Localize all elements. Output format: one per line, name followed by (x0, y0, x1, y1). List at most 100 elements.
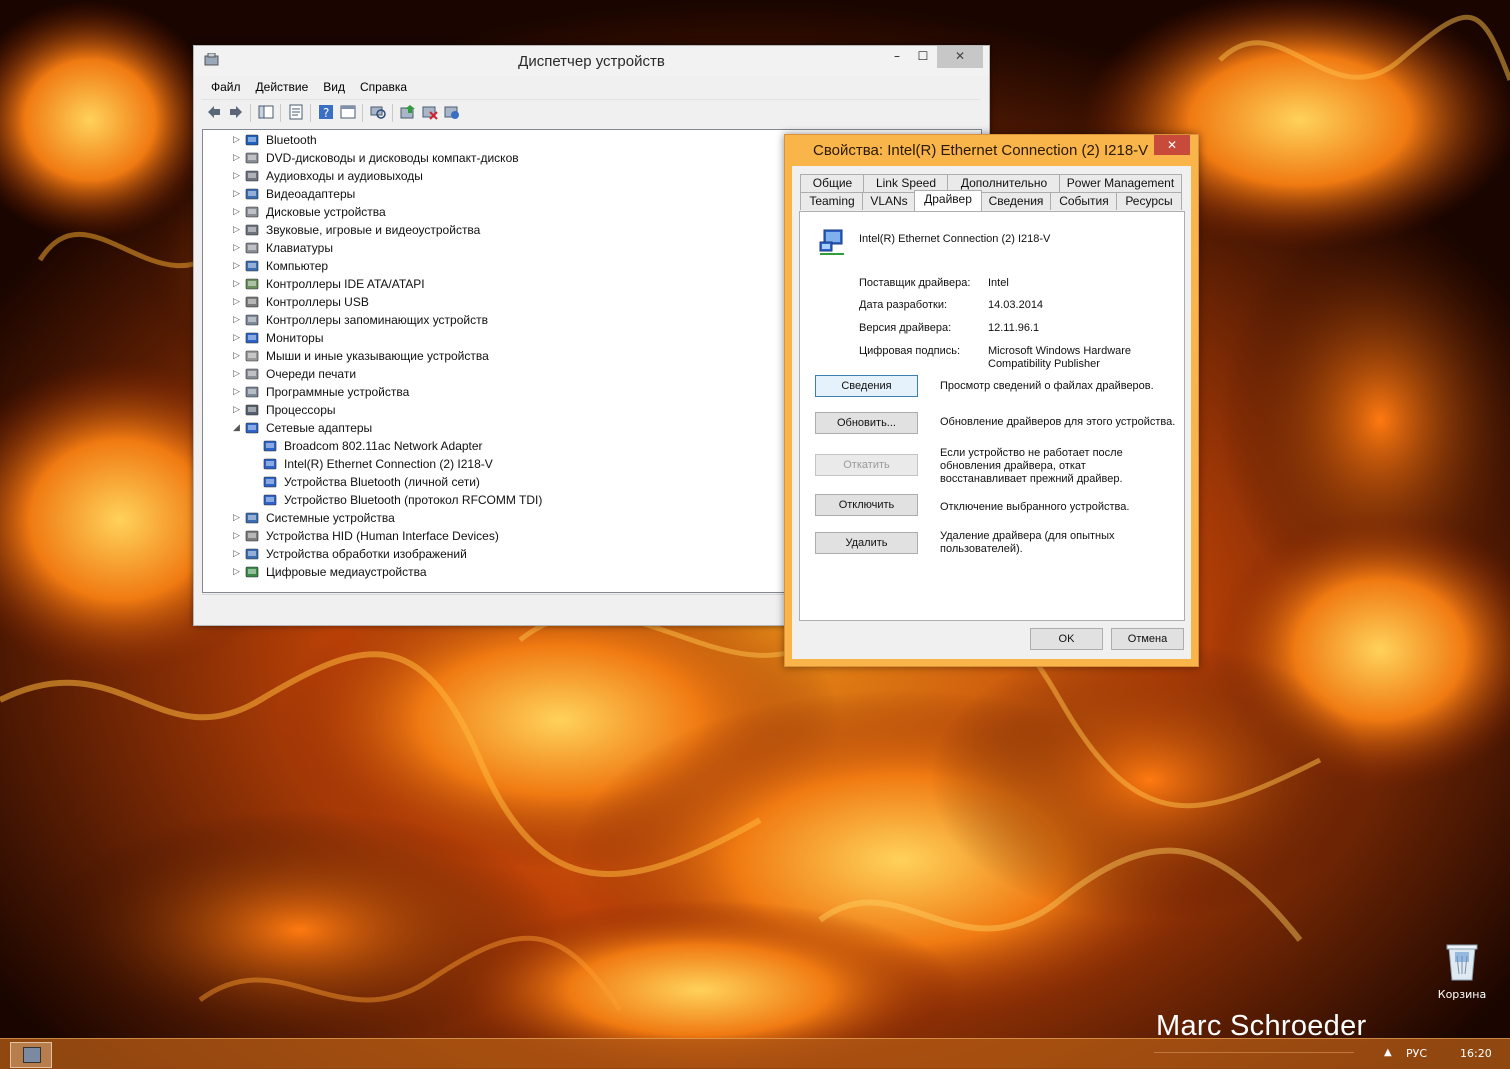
maximize-button[interactable]: ☐ (910, 46, 936, 68)
driver-details-description: Просмотр сведений о файлах драйверов. (940, 380, 1154, 392)
digital-signer-value: Microsoft Windows Hardware Compatibility… (988, 345, 1132, 370)
tab-details[interactable]: Сведения (980, 192, 1052, 210)
expand-arrow-icon[interactable]: ▷ (233, 314, 243, 325)
tree-category-item[interactable]: ▷ Компьютер (233, 258, 833, 276)
tree-item-label: Сетевые адаптеры (266, 421, 373, 435)
tab-driver[interactable]: Драйвер (914, 190, 982, 211)
expand-arrow-icon[interactable]: ▷ (233, 152, 243, 163)
properties-client-area: Общие Link Speed Дополнительно Power Man… (792, 166, 1191, 659)
collapse-arrow-icon[interactable]: ◢ (233, 422, 243, 433)
expand-arrow-icon[interactable]: ▷ (233, 278, 243, 289)
tree-category-item[interactable]: ▷ Процессоры (233, 402, 833, 420)
forward-icon[interactable] (228, 104, 244, 120)
expand-arrow-icon[interactable]: ▷ (233, 170, 243, 181)
close-button[interactable]: ✕ (937, 46, 983, 68)
expand-arrow-icon[interactable]: ▷ (233, 188, 243, 199)
tree-category-item[interactable]: ▷ Звуковые, игровые и видеоустройства (233, 222, 833, 240)
menu-action[interactable]: Действие (247, 77, 315, 94)
ok-button[interactable]: OK (1030, 628, 1103, 650)
tree-item-label: Аудиовходы и аудиовыходы (266, 169, 423, 183)
tree-child-item[interactable]: Broadcom 802.11ac Network Adapter (263, 438, 863, 456)
roll-back-driver-description: Если устройство не работает после обновл… (940, 447, 1123, 485)
tree-child-item[interactable]: Устройства Bluetooth (личной сети) (263, 474, 863, 492)
tree-category-item[interactable]: ▷ Устройства HID (Human Interface Devices… (233, 528, 833, 546)
scan-hardware-icon[interactable] (370, 104, 386, 120)
expand-arrow-icon[interactable]: ▷ (233, 404, 243, 415)
tree-category-item[interactable]: ▷ Контроллеры IDE ATA/ATAPI (233, 276, 833, 294)
tree-category-item[interactable]: ▷ Дисковые устройства (233, 204, 833, 222)
tree-category-item[interactable]: ▷ Клавиатуры (233, 240, 833, 258)
back-icon[interactable] (206, 104, 222, 120)
taskbar-clock[interactable]: 16:20 (1460, 1047, 1492, 1060)
svg-text:?: ? (323, 106, 329, 120)
expand-arrow-icon[interactable]: ▷ (233, 206, 243, 217)
uninstall-driver-button[interactable]: Удалить (815, 532, 918, 554)
printer-icon (245, 367, 259, 381)
roll-back-driver-button[interactable]: Откатить (815, 454, 918, 476)
tree-category-item[interactable]: ▷ Мыши и иные указывающие устройства (233, 348, 833, 366)
expand-arrow-icon[interactable]: ▷ (233, 296, 243, 307)
help-icon[interactable]: ? (318, 104, 334, 120)
show-hidden-icons-button[interactable]: ▲ (1384, 1047, 1392, 1058)
expand-arrow-icon[interactable]: ▷ (233, 548, 243, 559)
expand-arrow-icon[interactable]: ▷ (233, 566, 243, 577)
tab-resources[interactable]: Ресурсы (1116, 192, 1182, 210)
uninstall-device-icon[interactable] (444, 104, 460, 120)
expand-arrow-icon[interactable]: ▷ (233, 530, 243, 541)
properties-dialog: Свойства: Intel(R) Ethernet Connection (… (784, 134, 1199, 667)
properties-icon[interactable] (288, 104, 304, 120)
view-icon[interactable] (340, 104, 356, 120)
expand-arrow-icon[interactable]: ▷ (233, 512, 243, 523)
tree-category-item[interactable]: ▷ Контроллеры запоминающих устройств (233, 312, 833, 330)
tree-category-item[interactable]: ▷ Видеоадаптеры (233, 186, 833, 204)
properties-close-button[interactable]: ✕ (1154, 135, 1190, 155)
tree-category-item[interactable]: ◢ Сетевые адаптеры (233, 420, 833, 438)
update-driver-button[interactable]: Обновить... (815, 412, 918, 434)
menu-view[interactable]: Вид (314, 77, 351, 94)
disable-device-icon[interactable] (422, 104, 438, 120)
recycle-bin-shortcut[interactable]: Корзина (1432, 940, 1492, 1001)
keyboard-icon (245, 241, 259, 255)
update-driver-icon[interactable] (400, 104, 416, 120)
tree-child-item[interactable]: Intel(R) Ethernet Connection (2) I218-V (263, 456, 863, 474)
tab-general[interactable]: Общие (800, 174, 865, 192)
driver-details-button[interactable]: Сведения (815, 375, 918, 397)
cancel-button[interactable]: Отмена (1111, 628, 1184, 650)
tree-category-item[interactable]: ▷ Программные устройства (233, 384, 833, 402)
tree-child-item[interactable]: Устройство Bluetooth (протокол RFCOMM TD… (263, 492, 863, 510)
tree-category-item[interactable]: ▷ Очереди печати (233, 366, 833, 384)
tab-events[interactable]: События (1050, 192, 1118, 210)
disable-device-button[interactable]: Отключить (815, 494, 918, 516)
tree-category-item[interactable]: ▷ Цифровые медиаустройства (233, 564, 833, 582)
minimize-button[interactable]: – (884, 46, 910, 68)
expand-arrow-icon[interactable]: ▷ (233, 242, 243, 253)
tree-category-item[interactable]: ▷ Bluetooth (233, 132, 833, 150)
tree-category-item[interactable]: ▷ Аудиовходы и аудиовыходы (233, 168, 833, 186)
expand-arrow-icon[interactable]: ▷ (233, 350, 243, 361)
tab-power-management[interactable]: Power Management (1059, 174, 1182, 192)
expand-arrow-icon[interactable]: ▷ (233, 260, 243, 271)
tree-category-item[interactable]: ▷ Контроллеры USB (233, 294, 833, 312)
tree-category-item[interactable]: ▷ DVD-дисководы и дисководы компакт-диско… (233, 150, 833, 168)
tree-category-item[interactable]: ▷ Системные устройства (233, 510, 833, 528)
menu-help[interactable]: Справка (351, 77, 413, 94)
device-manager-titlebar[interactable]: Диспетчер устройств – ☐ ✕ (194, 46, 989, 76)
expand-arrow-icon[interactable]: ▷ (233, 332, 243, 343)
input-language-indicator[interactable]: РУС (1406, 1047, 1427, 1060)
tree-category-item[interactable]: ▷ Мониторы (233, 330, 833, 348)
tab-vlans[interactable]: VLANs (862, 192, 916, 210)
tree-item-label: DVD-дисководы и дисководы компакт-дисков (266, 151, 519, 165)
expand-arrow-icon[interactable]: ▷ (233, 368, 243, 379)
expand-arrow-icon[interactable]: ▷ (233, 134, 243, 145)
ide-controller-icon (245, 277, 259, 291)
menu-file[interactable]: Файл (202, 77, 247, 94)
show-hide-tree-icon[interactable] (258, 104, 274, 120)
taskbar-device-manager-button[interactable] (10, 1042, 52, 1068)
network-adapter-icon (263, 457, 277, 471)
tree-category-item[interactable]: ▷ Устройства обработки изображений (233, 546, 833, 564)
expand-arrow-icon[interactable]: ▷ (233, 386, 243, 397)
tab-teaming[interactable]: Teaming (800, 192, 864, 210)
driver-date-value: 14.03.2014 (988, 299, 1044, 311)
expand-arrow-icon[interactable]: ▷ (233, 224, 243, 235)
toolbar: ? (202, 99, 980, 126)
